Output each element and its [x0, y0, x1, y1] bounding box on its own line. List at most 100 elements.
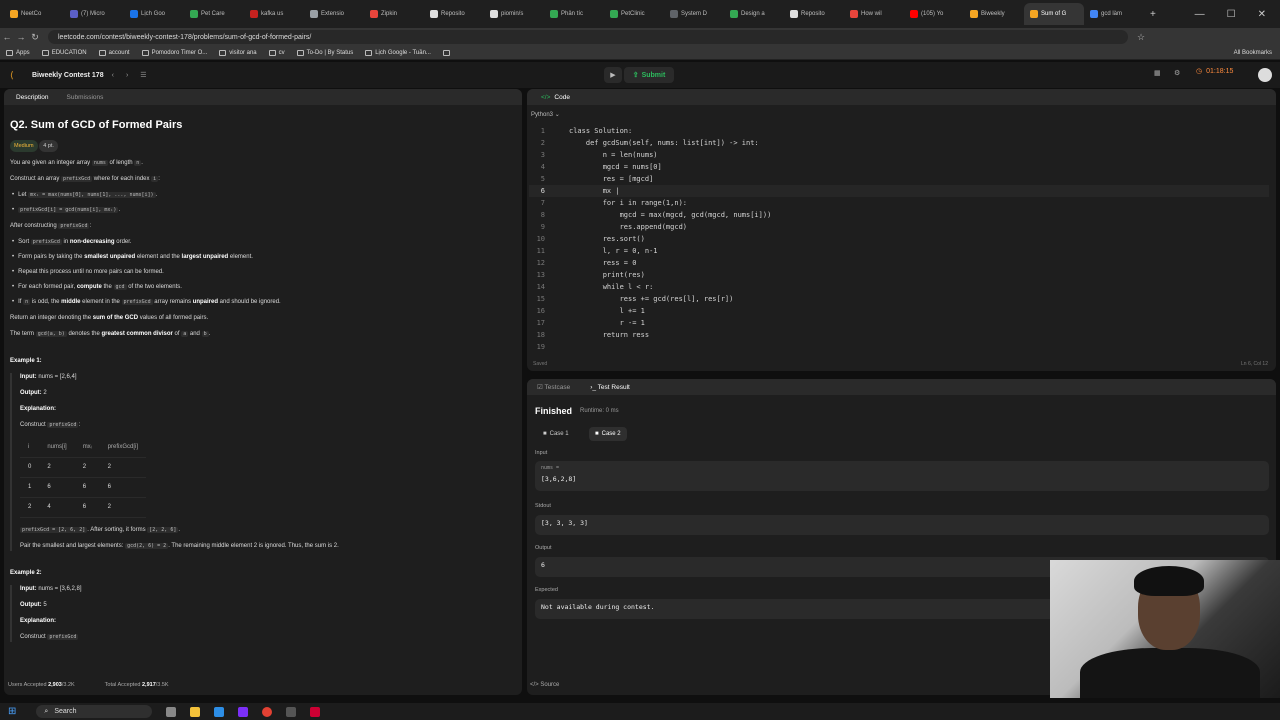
tab-label: Phân tíc	[561, 11, 584, 17]
bookmark-item[interactable]: EDUCATION	[41, 49, 87, 56]
tab-favicon-icon	[250, 10, 258, 18]
tab-description[interactable]: Description	[16, 94, 49, 101]
browser-tab[interactable]: Pet Care	[184, 3, 244, 25]
layout-icon[interactable]: ▦	[1154, 69, 1161, 77]
minimize-icon[interactable]: —	[1195, 9, 1205, 20]
bookmark-item[interactable]: Apps	[6, 49, 30, 56]
browser-tab[interactable]: NeetCo	[4, 3, 64, 25]
browser-tab[interactable]: (7) Micro	[64, 3, 124, 25]
code-line: 18 return ress	[529, 329, 1269, 341]
bookmark-item[interactable]: Pomodoro Timer O...	[141, 49, 207, 56]
tab-label: Design a	[741, 11, 765, 17]
code-line: 16 l += 1	[529, 305, 1269, 317]
example-2-title: Example 2:	[10, 569, 42, 576]
browser-tab[interactable]: Phân tíc	[544, 3, 604, 25]
forward-icon[interactable]: →	[14, 32, 28, 42]
taskbar-search[interactable]: ⌕ Search	[36, 705, 153, 718]
timer-value: 01:18:15	[1206, 67, 1234, 75]
star-icon[interactable]: ☆	[1134, 32, 1148, 43]
maximize-icon[interactable]: ☐	[1227, 9, 1236, 20]
browser-tab[interactable]: kafka us	[244, 3, 304, 25]
line-number: 9	[540, 223, 545, 231]
play-icon: ▶	[610, 72, 616, 79]
dot-icon: ■	[595, 431, 599, 437]
folder-icon	[41, 49, 49, 56]
window-controls: — ☐ ✕	[1195, 0, 1280, 28]
line-number: 18	[536, 331, 545, 339]
tab-test-result[interactable]: ›_ Test Result	[590, 384, 630, 391]
browser-tab[interactable]: Biweekly	[964, 3, 1024, 25]
code-text: ress = 0	[569, 259, 637, 267]
back-icon[interactable]: ←	[0, 32, 14, 42]
language-select[interactable]: Python3 ⌄	[527, 105, 1276, 123]
browser-tab[interactable]: How wil	[844, 3, 904, 25]
chrome-icon[interactable]	[262, 706, 273, 717]
browser-tab[interactable]: Reposito	[424, 3, 484, 25]
tab-submissions[interactable]: Submissions	[67, 94, 104, 101]
tab-favicon-icon	[70, 10, 78, 18]
leetcode-logo-icon[interactable]: ⟨	[10, 70, 14, 81]
tab-favicon-icon	[790, 10, 798, 18]
url-field[interactable]: leetcode.com/contest/biweekly-contest-17…	[48, 30, 1128, 44]
tab-label: Reposito	[801, 11, 825, 17]
browser-tab[interactable]: PetClinic	[604, 3, 664, 25]
contest-timer: ◷ 01:18:15	[1196, 67, 1234, 76]
bookmark-item[interactable]: cv	[268, 49, 285, 56]
browser-tab[interactable]: gcd làm	[1084, 3, 1144, 25]
app-icon[interactable]	[286, 706, 297, 717]
file-explorer-icon[interactable]	[190, 706, 201, 717]
tab-favicon-icon	[670, 10, 678, 18]
new-tab-icon[interactable]: +	[1150, 9, 1156, 20]
browser-tab[interactable]: Zipkin	[364, 3, 424, 25]
code-text: while l < r:	[569, 283, 654, 291]
source-link[interactable]: </> Source	[530, 682, 559, 688]
next-problem-icon[interactable]: ›	[126, 72, 128, 79]
code-text: print(res)	[569, 271, 645, 279]
search-icon: ⌕	[44, 707, 49, 715]
settings-icon[interactable]: ⚙	[1174, 69, 1180, 77]
bookmark-item[interactable]: visitor ana	[219, 49, 257, 56]
windows-start-icon[interactable]: ⊞	[8, 706, 16, 717]
all-bookmarks[interactable]: All Bookmarks	[1234, 50, 1272, 56]
bookmark-item[interactable]: account	[98, 49, 130, 56]
line-number: 17	[536, 319, 545, 327]
bookmark-item[interactable]: Lịch Google - Tuần...	[365, 49, 431, 56]
vscode-icon[interactable]	[214, 706, 225, 717]
browser-tab[interactable]: Lịch Goo	[124, 3, 184, 25]
code-text: mgcd = nums[0]	[569, 163, 662, 171]
tab-label: gcd làm	[1101, 11, 1123, 17]
recorder-icon[interactable]	[310, 706, 321, 717]
code-text: for i in range(1,n):	[569, 199, 688, 207]
reload-icon[interactable]: ↻	[28, 32, 42, 43]
browser-tab[interactable]: piomin/s	[484, 3, 544, 25]
tab-label: (105) Yo	[921, 11, 944, 17]
browser-tab[interactable]: Design a	[724, 3, 784, 25]
bookmark-item[interactable]	[442, 49, 453, 56]
leetcode-nav: ⟨ Biweekly Contest 178 ‹ › ☰ ▶ ⇪ Submit …	[0, 62, 1280, 88]
submit-button[interactable]: ⇪ Submit	[624, 67, 674, 83]
case-2-tab[interactable]: ■ Case 2	[589, 427, 627, 441]
avatar[interactable]	[1258, 68, 1272, 82]
taskview-icon[interactable]	[166, 706, 177, 717]
prev-problem-icon[interactable]: ‹	[112, 72, 114, 79]
problem-list-icon[interactable]: ☰	[140, 71, 146, 79]
browser-tab[interactable]: Reposito	[784, 3, 844, 25]
tab-testcase[interactable]: ☑ Testcase	[537, 383, 570, 391]
run-button[interactable]: ▶	[604, 67, 622, 83]
expected-label: Expected	[535, 587, 558, 593]
browser-tab[interactable]: System D	[664, 3, 724, 25]
intellij-icon[interactable]	[238, 706, 249, 717]
bookmark-item[interactable]: To-Do | By Status	[296, 49, 353, 56]
line-number: 6	[540, 187, 545, 195]
code-editor[interactable]: 1 class Solution: 2 def gcdSum(self, nums:…	[529, 125, 1269, 353]
browser-tab[interactable]: (105) Yo	[904, 3, 964, 25]
submit-label: Submit	[641, 71, 666, 79]
close-icon[interactable]: ✕	[1258, 9, 1266, 20]
folder-icon	[141, 49, 149, 56]
code-line: 15 ress += gcd(res[l], res[r])	[529, 293, 1269, 305]
table-cell: 6	[99, 477, 146, 498]
browser-tab[interactable]: Extensio	[304, 3, 364, 25]
case-1-tab[interactable]: ■ Case 1	[537, 427, 575, 441]
contest-title[interactable]: Biweekly Contest 178	[32, 72, 104, 79]
browser-tab[interactable]: Sum of G	[1024, 3, 1084, 25]
